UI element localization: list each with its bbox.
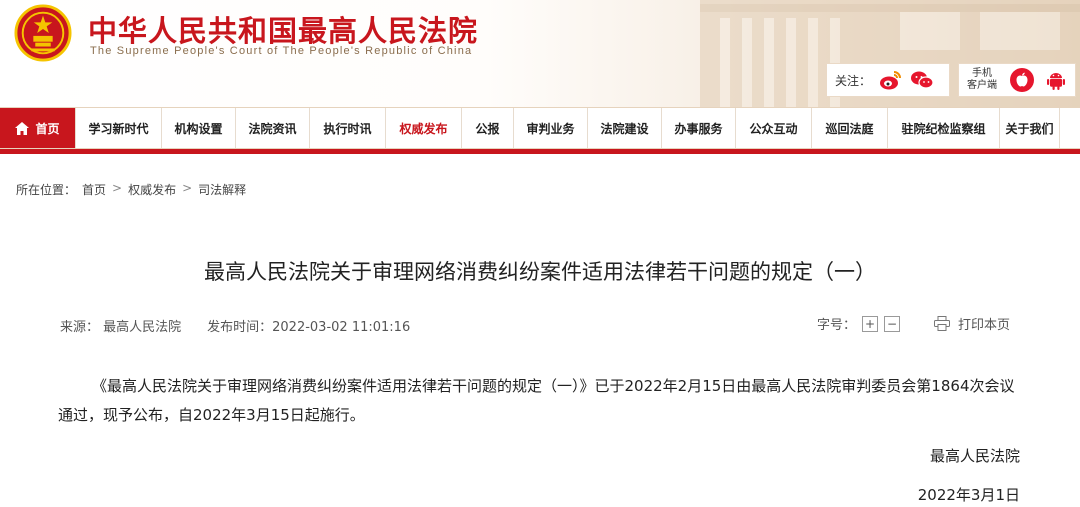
article-body: 《最高人民法院关于审理网络消费纠纷案件适用法律若干问题的规定（一）》已于2022… bbox=[58, 377, 1015, 424]
article-title: 最高人民法院关于审理网络消费纠纷案件适用法律若干问题的规定（一） bbox=[204, 260, 876, 284]
weibo-icon[interactable] bbox=[877, 67, 903, 93]
mobile-client-box: 手机 客户端 bbox=[958, 63, 1076, 97]
nav-item-about[interactable]: 关于我们 bbox=[1000, 108, 1060, 148]
nav-item-services[interactable]: 办事服务 bbox=[662, 108, 736, 148]
print-label: 打印本页 bbox=[958, 318, 1011, 333]
print-button[interactable]: 打印本页 bbox=[934, 314, 1010, 333]
article-meta: 来源： 最高人民法院 发布时间：2022-03-02 11:01:16 bbox=[60, 316, 410, 335]
nav-underline bbox=[0, 149, 1080, 154]
nav-item-organization[interactable]: 机构设置 bbox=[162, 108, 236, 148]
nav-item-court-news[interactable]: 法院资讯 bbox=[236, 108, 310, 148]
breadcrumb-home[interactable]: 首页 bbox=[82, 181, 106, 198]
printer-icon bbox=[934, 316, 951, 331]
breadcrumb-separator: > bbox=[182, 181, 193, 195]
nav-item-inspection[interactable]: 驻院纪检监察组 bbox=[888, 108, 1000, 148]
site-header: 中华人民共和国最高人民法院 The Supreme People's Court… bbox=[0, 0, 1080, 107]
breadcrumb-releases[interactable]: 权威发布 bbox=[128, 181, 176, 198]
main-nav: 首页 学习新时代 机构设置 法院资讯 执行时讯 权威发布 公报 审判业务 法院建… bbox=[0, 107, 1080, 149]
article-signature: 最高人民法院 bbox=[929, 447, 1020, 465]
nav-item-gazette[interactable]: 公报 bbox=[462, 108, 514, 148]
article-tools: 字号： + − 打印本页 bbox=[817, 314, 1010, 333]
font-increase-button[interactable]: + bbox=[862, 315, 879, 332]
article-date: 2022年3月1日 bbox=[917, 486, 1020, 504]
nav-item-court-building[interactable]: 法院建设 bbox=[588, 108, 662, 148]
follow-label: 关注： bbox=[835, 73, 872, 88]
article-source: 来源： 最高人民法院 bbox=[60, 320, 182, 335]
android-icon[interactable] bbox=[1043, 67, 1069, 93]
breadcrumb: 所在位置： 首页 > 权威发布 > 司法解释 bbox=[16, 181, 246, 198]
apple-icon[interactable] bbox=[1009, 67, 1035, 93]
breadcrumb-separator: > bbox=[112, 181, 123, 195]
follow-box: 关注： bbox=[826, 63, 950, 97]
breadcrumb-judicial-interpretation[interactable]: 司法解释 bbox=[198, 181, 246, 198]
nav-item-releases[interactable]: 权威发布 bbox=[386, 108, 462, 148]
nav-item-study[interactable]: 学习新时代 bbox=[76, 108, 162, 148]
mobile-client-label: 手机 客户端 bbox=[967, 68, 997, 91]
site-title[interactable]: 中华人民共和国最高人民法院 bbox=[88, 8, 478, 50]
font-decrease-button[interactable]: − bbox=[884, 315, 901, 332]
nav-item-circuit-court[interactable]: 巡回法庭 bbox=[812, 108, 888, 148]
nav-item-trial-business[interactable]: 审判业务 bbox=[514, 108, 588, 148]
article-published-time: 发布时间：2022-03-02 11:01:16 bbox=[207, 320, 411, 335]
site-subtitle: The Supreme People's Court of The People… bbox=[90, 45, 473, 57]
wechat-icon[interactable] bbox=[909, 67, 935, 93]
breadcrumb-prefix: 所在位置： bbox=[16, 183, 77, 197]
home-icon bbox=[15, 121, 30, 135]
nav-item-interaction[interactable]: 公众互动 bbox=[736, 108, 812, 148]
nav-item-execution-news[interactable]: 执行时讯 bbox=[310, 108, 386, 148]
nav-item-label: 首页 bbox=[35, 121, 60, 136]
nav-item-home[interactable]: 首页 bbox=[0, 108, 76, 148]
font-size-label: 字号： bbox=[817, 318, 857, 333]
national-emblem-icon[interactable] bbox=[14, 4, 72, 62]
